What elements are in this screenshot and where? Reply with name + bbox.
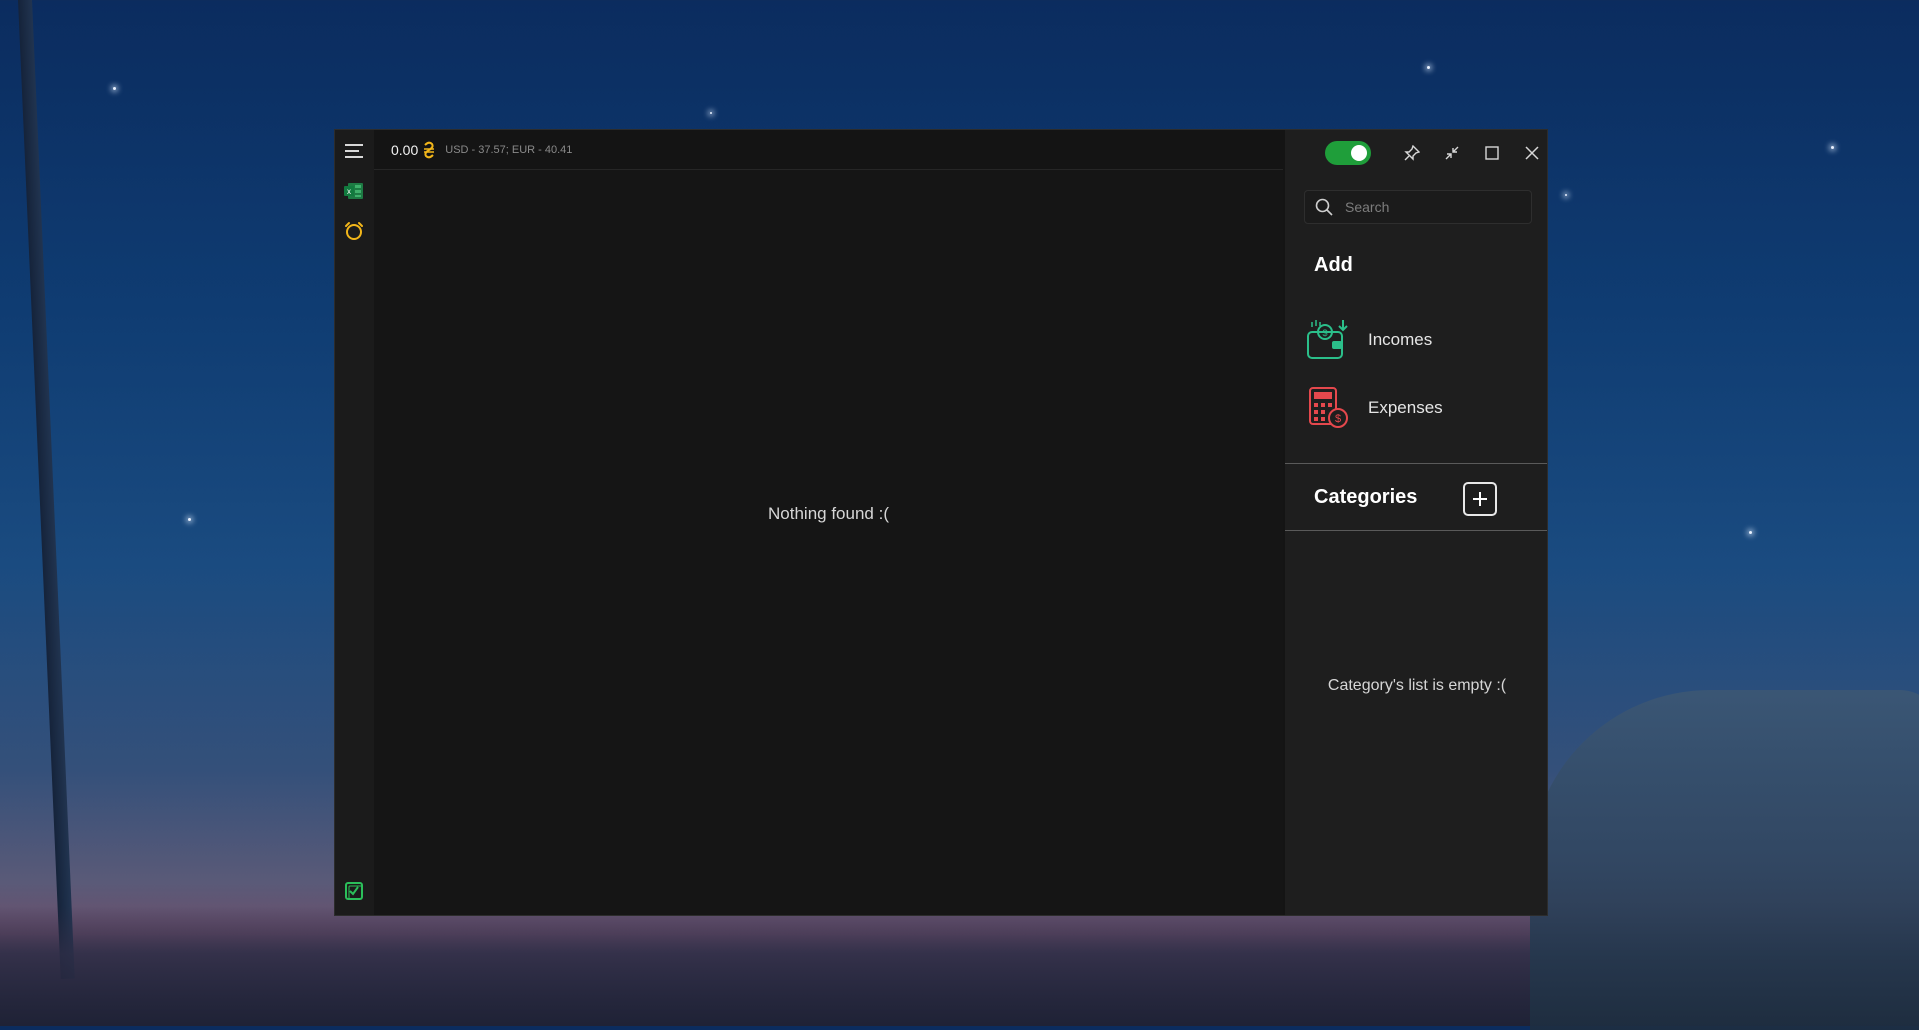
incomes-label: Incomes (1368, 330, 1433, 349)
add-expense-button[interactable]: $ Expenses (1306, 383, 1526, 433)
search-input[interactable] (1343, 198, 1517, 216)
empty-list-message: Nothing found :( (768, 504, 889, 523)
right-panel: Add $ Incomes $ Expenses (1285, 130, 1547, 915)
section-divider (1285, 463, 1547, 464)
excel-export-icon[interactable]: x (343, 180, 365, 202)
alarm-clock-icon[interactable] (343, 220, 365, 242)
hamburger-menu-icon[interactable] (343, 140, 365, 162)
checklist-icon[interactable] (343, 880, 365, 902)
add-income-button[interactable]: $ Incomes (1306, 315, 1526, 365)
wallet-income-icon: $ (1307, 320, 1348, 359)
hryvnia-currency-icon (423, 141, 435, 159)
left-toolbar: x (335, 130, 374, 915)
expenses-label: Expenses (1368, 398, 1443, 417)
balance-amount: 0.00 (391, 141, 419, 158)
pin-icon[interactable] (1397, 138, 1427, 168)
categories-divider (1285, 530, 1547, 531)
empty-categories-message: Category's list is empty :( (1327, 677, 1507, 694)
exchange-rates: USD - 37.57; EUR - 40.41 (445, 143, 573, 156)
collapse-icon[interactable] (1437, 138, 1467, 168)
add-section-title: Add (1314, 254, 1353, 276)
svg-text:$: $ (1322, 328, 1327, 338)
maximize-icon[interactable] (1477, 138, 1507, 168)
add-category-button[interactable] (1463, 482, 1497, 516)
search-icon (1315, 198, 1333, 216)
categories-title: Categories (1314, 486, 1418, 508)
close-icon[interactable] (1517, 138, 1547, 168)
plus-icon (1473, 492, 1487, 506)
mode-toggle[interactable] (1325, 141, 1371, 165)
calculator-expense-icon: $ (1309, 387, 1348, 428)
top-bar: 0.00 USD - 37.57; EUR - 40.41 (374, 130, 1283, 170)
app-window: x 0.00 USD - 37.57; EUR - 40.41 Nothing … (334, 129, 1548, 916)
svg-text:x: x (347, 187, 351, 196)
svg-text:$: $ (1335, 413, 1341, 425)
transactions-list: Nothing found :( (374, 170, 1283, 915)
search-box (1304, 190, 1532, 224)
